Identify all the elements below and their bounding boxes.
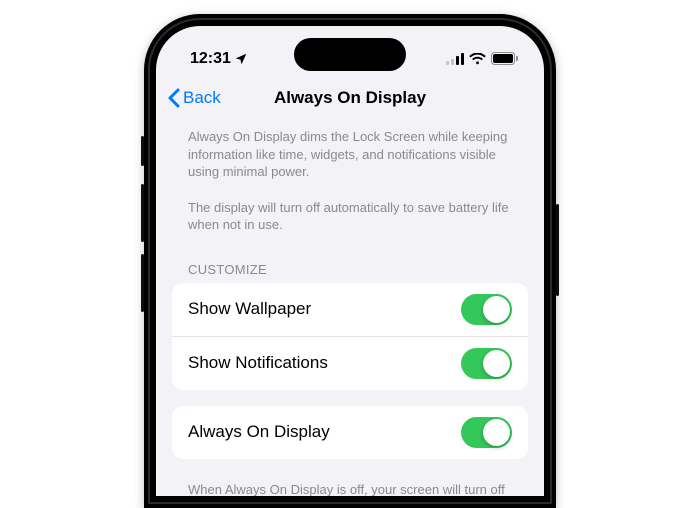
location-icon (234, 52, 248, 66)
description-paragraph-1: Always On Display dims the Lock Screen w… (188, 128, 512, 181)
screen: 12:31 (156, 26, 544, 496)
volume-down-button (141, 254, 144, 312)
show-notifications-label: Show Notifications (188, 353, 328, 373)
back-button[interactable]: Back (156, 88, 221, 108)
always-on-display-row[interactable]: Always On Display (172, 406, 528, 459)
footer-text: When Always On Display is off, your scre… (172, 475, 528, 496)
phone-frame: 12:31 (144, 14, 556, 508)
description-paragraph-2: The display will turn off automatically … (188, 199, 512, 234)
power-button (556, 204, 559, 296)
side-button (141, 136, 144, 166)
back-label: Back (183, 88, 221, 108)
content: Always On Display dims the Lock Screen w… (156, 120, 544, 496)
show-wallpaper-label: Show Wallpaper (188, 299, 311, 319)
show-notifications-row[interactable]: Show Notifications (172, 336, 528, 390)
always-on-display-toggle[interactable] (461, 417, 512, 448)
show-wallpaper-row[interactable]: Show Wallpaper (172, 283, 528, 336)
status-time: 12:31 (190, 50, 231, 68)
wifi-icon (469, 53, 486, 65)
cellular-icon (446, 53, 464, 65)
always-on-display-label: Always On Display (188, 422, 330, 442)
nav-bar: Back Always On Display (156, 76, 544, 120)
main-group: Always On Display (172, 406, 528, 459)
show-notifications-toggle[interactable] (461, 348, 512, 379)
customize-header: CUSTOMIZE (172, 256, 528, 283)
chevron-left-icon (168, 88, 180, 108)
description: Always On Display dims the Lock Screen w… (172, 120, 528, 256)
customize-group: Show Wallpaper Show Notifications (172, 283, 528, 390)
dynamic-island (294, 38, 406, 71)
volume-up-button (141, 184, 144, 242)
show-wallpaper-toggle[interactable] (461, 294, 512, 325)
battery-icon (491, 52, 518, 65)
